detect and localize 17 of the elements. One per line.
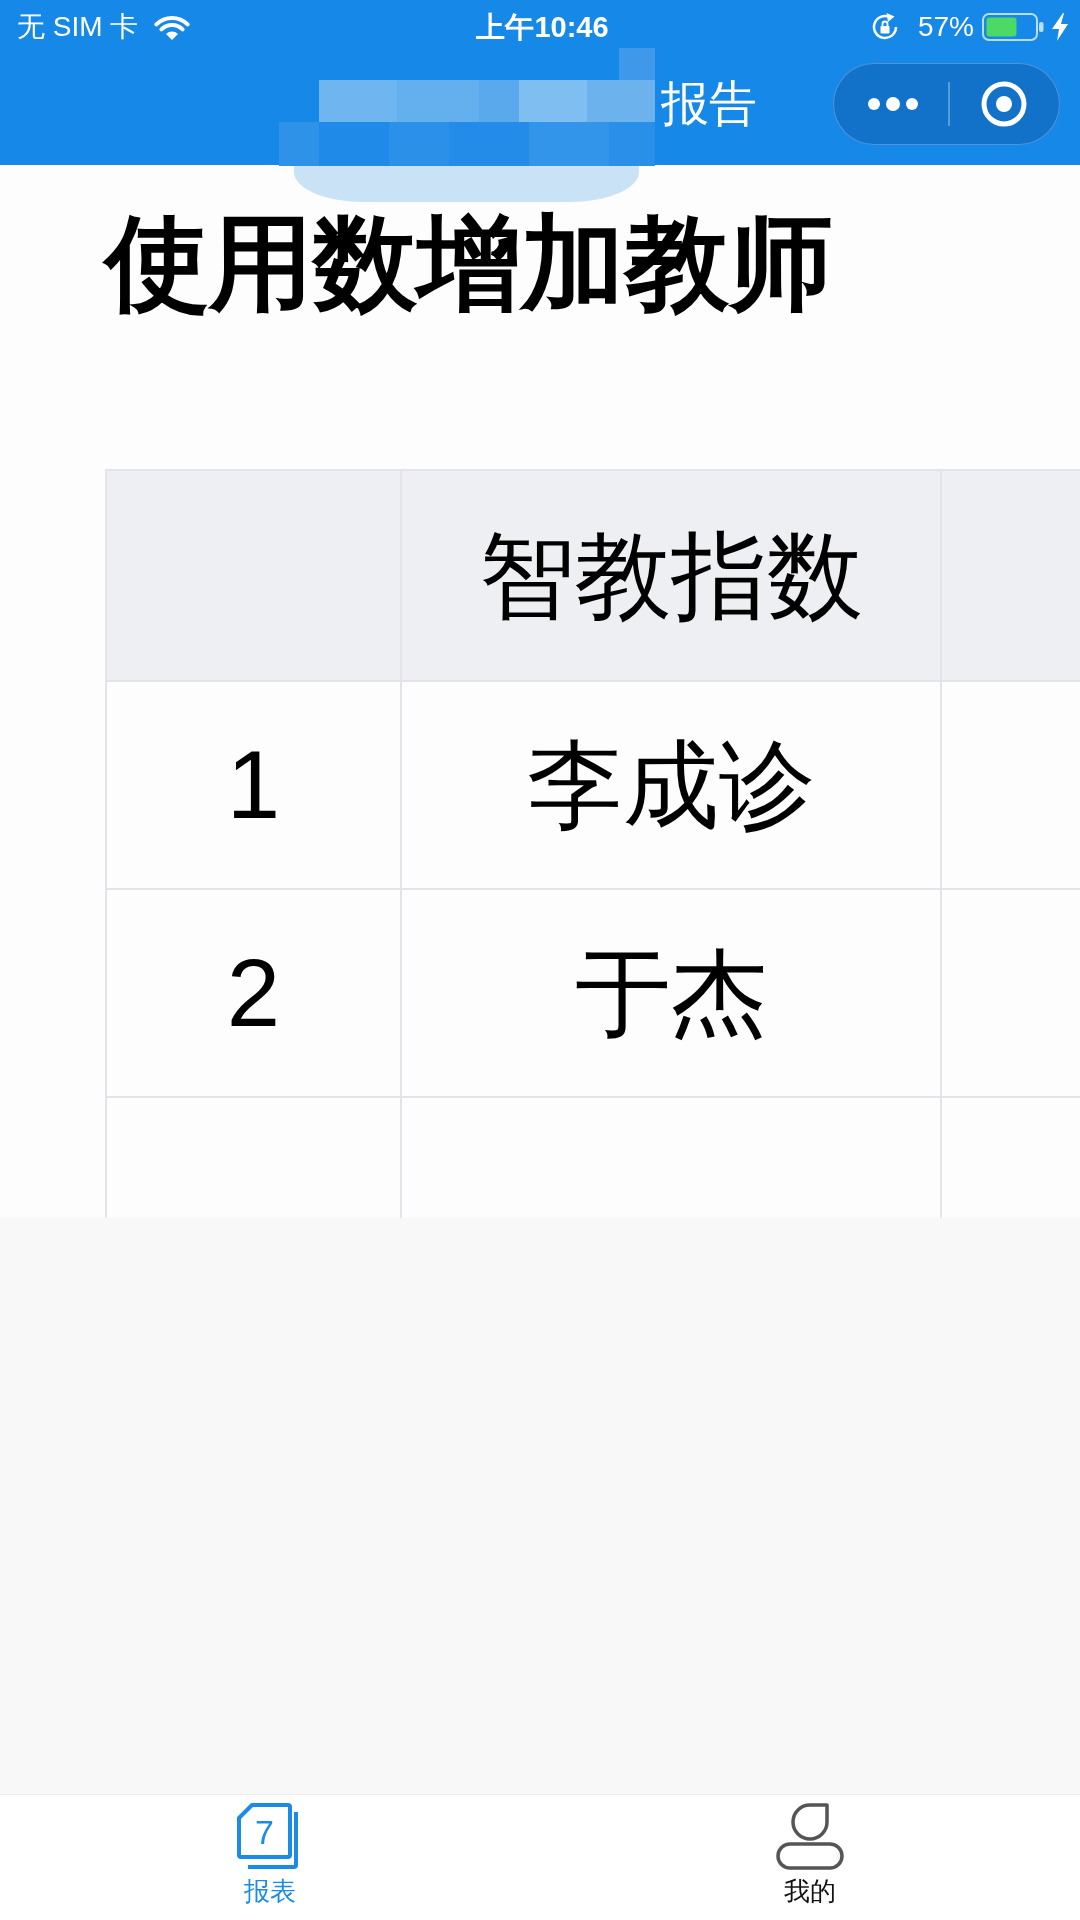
tab-item[interactable]: 我的 (540, 1795, 1080, 1920)
carrier-text: 无 SIM 卡 (17, 11, 139, 43)
page-title: 报告 (661, 75, 757, 132)
table-cell: 于杰 (402, 890, 942, 1098)
person-icon (776, 1802, 844, 1870)
charging-icon (1052, 13, 1068, 41)
table-cell: 李成诊 (402, 682, 942, 890)
battery-percent: 57% (917, 11, 974, 43)
battery-icon (982, 13, 1044, 41)
table-cell: 2 (107, 890, 402, 1098)
more-icon[interactable] (867, 96, 919, 111)
circle-dot-icon[interactable] (980, 80, 1027, 127)
column-header: 智教指数 (402, 471, 942, 682)
tab-item[interactable]: 7 报表 (0, 1795, 540, 1920)
wifi-icon (154, 14, 191, 40)
table-cell: 1 (107, 682, 402, 890)
status-time: 上午10:46 (476, 11, 609, 43)
